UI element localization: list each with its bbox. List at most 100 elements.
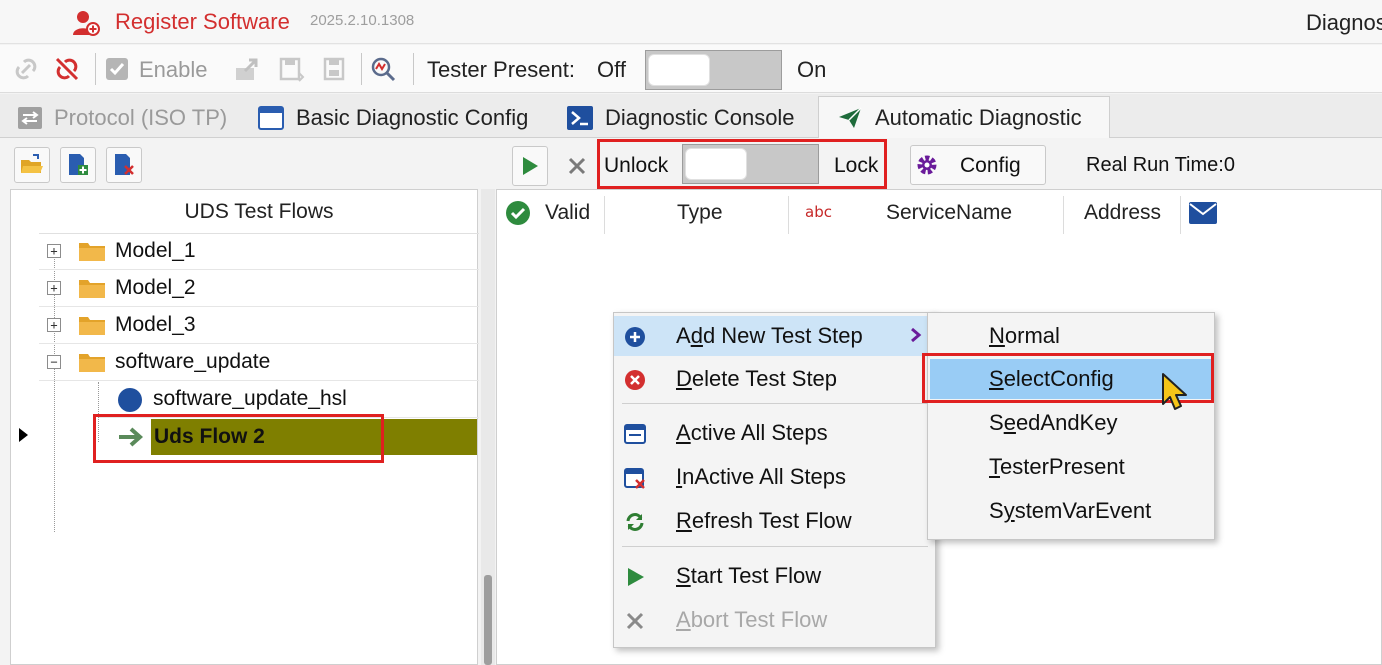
folder-icon xyxy=(79,317,105,335)
toolbar-separator xyxy=(95,53,96,85)
unlock-label: Unlock xyxy=(604,154,669,177)
menu-item-active-all-steps[interactable]: Active All Steps xyxy=(614,413,935,453)
save-icon[interactable] xyxy=(277,55,305,83)
console-icon xyxy=(567,106,593,130)
column-valid[interactable]: Valid xyxy=(505,190,590,236)
check-circle-icon xyxy=(506,201,530,225)
enable-label[interactable]: Enable xyxy=(139,57,208,83)
column-separator[interactable] xyxy=(788,196,789,234)
tree-item-model-3[interactable]: + Model_3 xyxy=(39,307,479,344)
tree-item-software-update[interactable]: − software_update xyxy=(39,344,479,381)
menu-item-start-test-flow[interactable]: Start Test Flow xyxy=(614,556,935,596)
export-icon[interactable] xyxy=(233,55,261,83)
tab-protocol[interactable]: Protocol (ISO TP) xyxy=(18,98,227,138)
mouse-cursor-icon xyxy=(1162,373,1187,410)
tab-label: Basic Diagnostic Config xyxy=(296,105,529,130)
delete-circle-icon xyxy=(625,370,645,390)
add-document-icon xyxy=(69,154,88,175)
column-separator[interactable] xyxy=(604,196,605,234)
test-step-context-menu: Add New Test Step Delete Test Step Activ… xyxy=(613,312,936,648)
menu-item-inactive-all-steps[interactable]: InActive All Steps xyxy=(614,457,935,497)
diagnostic-scan-icon[interactable] xyxy=(369,55,397,83)
expand-toggle[interactable]: + xyxy=(47,318,61,332)
inactive-steps-icon xyxy=(624,468,645,489)
toggle-knob xyxy=(685,148,747,180)
tab-label: Automatic Diagnostic xyxy=(875,104,1082,130)
tree-header: UDS Test Flows xyxy=(39,190,479,234)
enable-checkbox-icon[interactable] xyxy=(103,55,131,83)
version-label: 2025.2.10.1308 xyxy=(310,12,415,29)
collapse-toggle[interactable]: − xyxy=(47,355,61,369)
tree-item-model-2[interactable]: + Model_2 xyxy=(39,270,479,307)
play-icon xyxy=(523,157,538,175)
register-user-icon[interactable] xyxy=(72,9,100,37)
lock-toggle[interactable] xyxy=(682,144,819,184)
column-label: Valid xyxy=(545,201,591,224)
column-separator[interactable] xyxy=(1180,196,1181,234)
folder-icon xyxy=(79,354,105,372)
tab-basic-diagnostic-config[interactable]: Basic Diagnostic Config xyxy=(258,98,528,138)
lock-label: Lock xyxy=(834,154,879,177)
submenu-item-label: TesterPresent xyxy=(989,454,1125,479)
scrollbar-thumb[interactable] xyxy=(484,575,492,665)
flow-tree-toolbar xyxy=(0,139,480,189)
envelope-icon[interactable] xyxy=(1188,201,1218,225)
menu-item-label: Abort Test Flow xyxy=(676,607,828,632)
open-folder-button[interactable] xyxy=(14,147,50,183)
play-icon xyxy=(628,568,644,586)
folder-icon xyxy=(79,280,105,298)
stop-icon[interactable] xyxy=(567,156,587,176)
submenu-item-label: SelectConfig xyxy=(989,366,1114,391)
expand-toggle[interactable]: + xyxy=(47,281,61,295)
open-folder-icon xyxy=(21,154,43,173)
submenu-item-system-var-event[interactable]: SystemVarEvent xyxy=(928,491,1214,531)
submenu-item-normal[interactable]: Normal xyxy=(928,316,1214,356)
abort-icon xyxy=(626,612,644,630)
tree-item-software-update-hsl[interactable]: software_update_hsl xyxy=(99,381,479,418)
menu-item-abort-test-flow[interactable]: Abort Test Flow xyxy=(614,600,935,640)
tree-item-label: software_update_hsl xyxy=(153,387,347,410)
tab-bar: Protocol (ISO TP) Basic Diagnostic Confi… xyxy=(0,94,1382,138)
uds-test-flows-tree: UDS Test Flows + Model_1 + Model_2 + Mod… xyxy=(10,189,479,665)
submenu-arrow-icon xyxy=(911,327,922,343)
menu-item-label: Active All Steps xyxy=(676,420,828,445)
unlink-icon[interactable] xyxy=(53,55,81,83)
column-separator[interactable] xyxy=(1063,196,1064,234)
main-toolbar: Enable Tester Present: Off On xyxy=(0,45,1382,93)
app-title: Diagnostic xyxy=(1306,10,1382,35)
current-row-marker-icon xyxy=(19,428,28,442)
tab-label: Protocol (ISO TP) xyxy=(54,105,228,130)
tester-present-off-label: Off xyxy=(597,57,626,82)
tree-item-label: software_update xyxy=(115,350,271,373)
menu-item-label: Start Test Flow xyxy=(676,563,822,588)
tree-item-label: Model_2 xyxy=(115,276,196,299)
window-icon xyxy=(258,106,284,130)
delete-flow-button[interactable] xyxy=(106,147,142,183)
config-button-label: Config xyxy=(960,154,1021,177)
menu-item-delete-test-step[interactable]: Delete Test Step xyxy=(614,359,935,399)
save-as-icon[interactable] xyxy=(321,55,349,83)
tree-item-label: Uds Flow 2 xyxy=(154,424,265,448)
menu-item-add-new-test-step[interactable]: Add New Test Step xyxy=(614,316,935,356)
expand-toggle[interactable]: + xyxy=(47,244,61,258)
menu-item-refresh-test-flow[interactable]: Refresh Test Flow xyxy=(614,501,935,541)
title-bar: Register Software 2025.2.10.1308 Diagnos… xyxy=(0,0,1382,44)
submenu-item-tester-present[interactable]: TesterPresent xyxy=(928,447,1214,487)
column-service-name[interactable]: ServiceName xyxy=(886,190,1012,236)
register-software-link[interactable]: Register Software xyxy=(115,9,290,35)
toolbar-separator xyxy=(361,53,362,85)
active-steps-icon xyxy=(624,424,646,444)
column-address[interactable]: Address xyxy=(1084,190,1161,236)
add-flow-button[interactable] xyxy=(60,147,96,183)
tab-diagnostic-console[interactable]: Diagnostic Console xyxy=(567,98,795,138)
real-run-time: Real Run Time:0 xyxy=(1086,154,1235,176)
tester-present-toggle[interactable] xyxy=(645,50,782,90)
tab-automatic-diagnostic[interactable]: Automatic Diagnostic xyxy=(818,96,1110,138)
run-button[interactable] xyxy=(512,146,548,186)
protocol-arrows-icon xyxy=(18,107,42,129)
link-icon[interactable] xyxy=(12,55,40,83)
tree-item-model-1[interactable]: + Model_1 xyxy=(39,233,479,270)
tester-present-label: Tester Present: xyxy=(427,57,575,82)
tree-item-uds-flow-2[interactable]: Uds Flow 2 xyxy=(99,418,479,455)
column-type[interactable]: Type xyxy=(677,190,723,236)
